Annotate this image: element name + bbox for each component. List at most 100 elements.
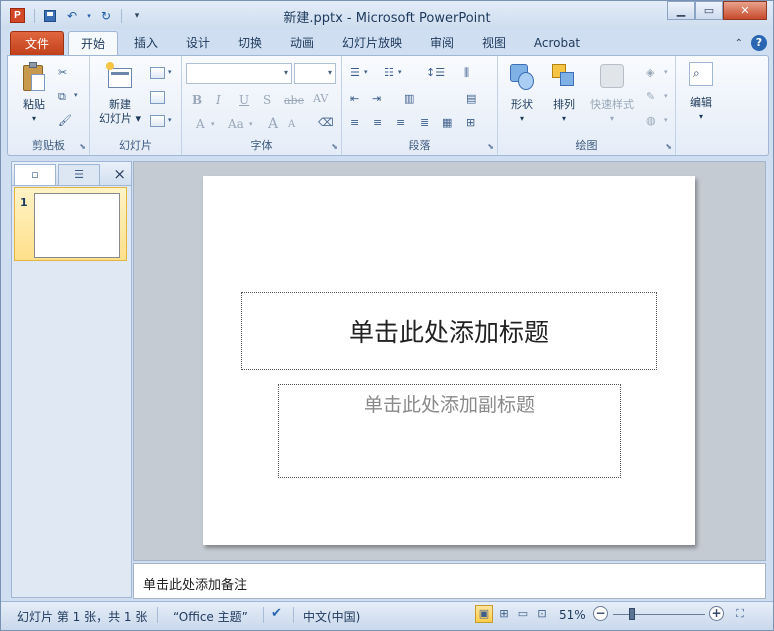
font-size-combo[interactable]: ▾ (294, 63, 336, 84)
shrink-font-button[interactable]: A (288, 119, 295, 130)
tab-insert[interactable]: 插入 (129, 31, 163, 55)
slide-canvas[interactable]: 单击此处添加标题 单击此处添加副标题 (203, 176, 695, 545)
editing-button[interactable]: ⌕ 编辑 ▾ (681, 62, 721, 124)
decrease-indent-icon[interactable]: ⇤ (350, 92, 359, 105)
quick-styles-button[interactable]: 快速样式 ▾ (586, 62, 638, 126)
line-spacing-icon[interactable]: ↕☰ (426, 66, 445, 79)
shape-effects-dropdown-icon[interactable]: ▾ (664, 116, 668, 124)
font-launcher-icon[interactable]: ⬊ (331, 142, 338, 151)
change-case-dropdown-icon[interactable]: ▾ (249, 120, 253, 128)
help-icon[interactable]: ? (751, 35, 767, 51)
zoom-slider[interactable] (613, 614, 705, 615)
increase-indent-icon[interactable]: ⇥ (372, 92, 381, 105)
tab-home[interactable]: 开始 (68, 31, 118, 57)
slide-thumbnail[interactable] (34, 193, 120, 258)
align-right-icon[interactable]: ≡ (396, 116, 405, 129)
justify-icon[interactable]: ≣ (420, 116, 429, 129)
slide-sorter-icon: ⊞ (499, 607, 509, 620)
font-color-button[interactable]: A (196, 117, 205, 131)
slide-thumbnail-item[interactable]: 1 (14, 187, 127, 261)
zoom-slider-thumb[interactable] (629, 608, 635, 620)
tab-animations[interactable]: 动画 (285, 31, 319, 55)
zoom-out-button[interactable]: − (593, 606, 608, 621)
tab-design[interactable]: 设计 (181, 31, 215, 55)
grow-font-button[interactable]: A (268, 116, 278, 132)
section-dropdown-icon[interactable]: ▾ (168, 116, 172, 124)
numbering-dropdown-icon[interactable]: ▾ (398, 68, 402, 76)
align-text-icon[interactable]: ▤ (466, 92, 476, 105)
strikethrough-button[interactable]: abe (284, 94, 304, 107)
group-label-slides: 幻灯片 (119, 139, 152, 152)
fit-to-window-button[interactable]: ⛶ (731, 605, 749, 623)
reading-view-icon: ▭ (517, 607, 529, 620)
slide-sorter-button[interactable]: ⊞ (495, 605, 513, 623)
cut-icon[interactable]: ✂ (58, 66, 67, 79)
subtitle-placeholder[interactable]: 单击此处添加副标题 (278, 384, 621, 478)
columns-icon[interactable]: ▥ (404, 92, 414, 105)
minimize-button[interactable]: ▁ (667, 1, 695, 20)
maximize-button[interactable]: ▭ (695, 1, 723, 20)
close-button[interactable]: ✕ (723, 1, 767, 20)
shape-outline-dropdown-icon[interactable]: ▾ (664, 92, 668, 100)
title-placeholder[interactable]: 单击此处添加标题 (241, 292, 657, 370)
zoom-in-button[interactable]: + (709, 606, 724, 621)
shape-fill-dropdown-icon[interactable]: ▾ (664, 68, 668, 76)
shape-fill-icon[interactable]: ◈ (646, 66, 654, 79)
section-icon[interactable] (150, 115, 165, 127)
slideshow-button[interactable]: ⊡ (533, 605, 551, 623)
language-status[interactable]: 中文(中国) (303, 608, 360, 625)
bullets-icon[interactable]: ☰ (350, 66, 360, 79)
numbering-icon[interactable]: ☷ (384, 66, 394, 79)
tab-outline[interactable]: ☰ (58, 164, 100, 185)
shadow-button[interactable]: S (263, 93, 271, 107)
italic-button[interactable]: I (216, 93, 221, 107)
tab-acrobat[interactable]: Acrobat (529, 31, 585, 55)
shapes-button[interactable]: 形状 ▾ (502, 62, 542, 126)
minimize-ribbon-icon[interactable]: ⌃ (735, 38, 743, 49)
group-label-paragraph: 段落 (408, 139, 431, 152)
pane-close-icon[interactable]: × (113, 165, 126, 183)
bold-button[interactable]: B (192, 93, 202, 107)
format-painter-icon[interactable]: 🖌 (58, 114, 72, 127)
tab-view[interactable]: 视图 (477, 31, 511, 55)
distributed-icon[interactable]: ▦ (442, 116, 452, 129)
shapes-icon (508, 62, 536, 92)
paste-button[interactable]: 粘贴 ▾ (14, 62, 54, 126)
clipboard-launcher-icon[interactable]: ⬊ (79, 142, 86, 151)
zoom-level[interactable]: 51% (559, 608, 586, 622)
shape-effects-icon[interactable]: ◍ (646, 114, 656, 127)
bullets-dropdown-icon[interactable]: ▾ (364, 68, 368, 76)
change-case-button[interactable]: Aa (228, 117, 244, 131)
char-spacing-button[interactable]: AV (313, 92, 328, 105)
layout-dropdown-icon[interactable]: ▾ (168, 68, 172, 76)
spell-check-icon[interactable]: ✔ (271, 606, 282, 621)
layout-icon[interactable] (150, 67, 165, 79)
drawing-launcher-icon[interactable]: ⬊ (665, 142, 672, 151)
new-slide-button[interactable]: 新建 幻灯片 ▾ (96, 62, 144, 126)
paragraph-launcher-icon[interactable]: ⬊ (487, 142, 494, 151)
smartart-icon[interactable]: ⊞ (466, 116, 475, 129)
normal-view-button[interactable]: ▣ (475, 605, 493, 623)
tab-slideshow[interactable]: 幻灯片放映 (338, 31, 406, 55)
tab-review[interactable]: 审阅 (425, 31, 459, 55)
notes-pane[interactable]: 单击此处添加备注 (133, 563, 766, 599)
reset-slide-icon[interactable] (150, 91, 165, 104)
tab-transitions[interactable]: 切换 (233, 31, 267, 55)
arrange-button[interactable]: 排列 ▾ (546, 62, 582, 126)
group-font: ▾ ▾ B I U S abe AV A ▾ Aa ▾ A A ⌫ 字体 ⬊ (182, 56, 342, 155)
text-direction-icon[interactable]: ⫼ (464, 66, 469, 80)
tab-file[interactable]: 文件 (10, 31, 64, 55)
copy-dropdown-icon[interactable]: ▾ (74, 91, 78, 99)
font-name-combo[interactable]: ▾ (186, 63, 292, 84)
quick-styles-icon (598, 62, 626, 92)
shape-outline-icon[interactable]: ✎ (646, 90, 655, 103)
font-color-dropdown-icon[interactable]: ▾ (211, 120, 215, 128)
align-center-icon[interactable]: ≡ (373, 116, 382, 129)
align-left-icon[interactable]: ≡ (350, 116, 359, 129)
tab-slides[interactable]: ▫ (14, 164, 56, 185)
copy-icon[interactable]: ⧉ (58, 90, 66, 104)
underline-button[interactable]: U (239, 93, 249, 107)
reading-view-button[interactable]: ▭ (514, 605, 532, 623)
theme-status[interactable]: “Office 主题” (173, 608, 248, 625)
clear-formatting-icon[interactable]: ⌫ (318, 116, 334, 129)
